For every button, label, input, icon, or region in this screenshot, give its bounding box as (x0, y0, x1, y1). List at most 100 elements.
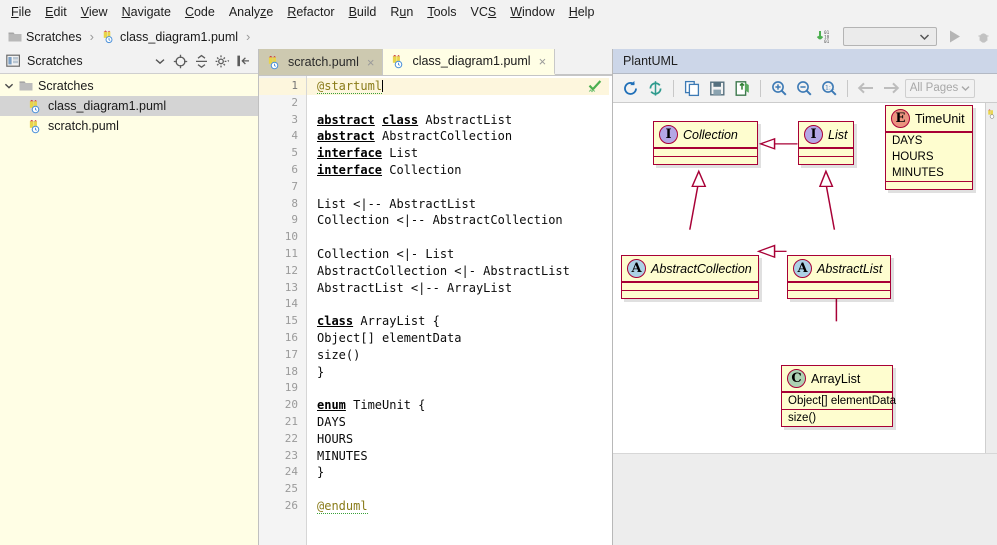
gutter-line-number: 1 (259, 78, 306, 95)
tree-item-scratches[interactable]: Scratches (0, 76, 258, 96)
code-line: Object[] elementData (317, 330, 462, 345)
menu-item-edit[interactable]: Edit (38, 2, 74, 22)
uml-stereotype-abstract-icon: A (793, 259, 812, 278)
all-pages-select[interactable]: All Pages (905, 78, 975, 98)
zoom-in-icon[interactable] (768, 77, 790, 99)
uml-class-header: I Collection (654, 122, 757, 147)
toolbar-divider (847, 79, 848, 97)
tree-item-label: scratch.puml (48, 119, 119, 133)
uml-field: Object[] elementData (788, 394, 897, 407)
zoom-out-icon[interactable] (793, 77, 815, 99)
run-button[interactable] (942, 27, 966, 47)
uml-stereotype-interface-icon: I (659, 125, 678, 144)
chevron-down-icon[interactable] (151, 53, 168, 70)
uml-field: MINUTES (892, 166, 944, 179)
uml-empty-methods (788, 291, 890, 298)
gutter-line-number: 19 (284, 381, 298, 395)
uml-class-list[interactable]: I List (798, 121, 854, 166)
next-page-icon[interactable] (880, 77, 902, 99)
puml-file-icon[interactable] (987, 107, 997, 453)
menu-item-vcs[interactable]: VCS (464, 2, 504, 22)
toolbar-divider (760, 79, 761, 97)
project-toolbar-title[interactable]: Scratches (6, 54, 146, 68)
menu-bar: File Edit View Navigate Code Analyze Refactor B… (0, 0, 997, 24)
uml-class-name: TimeUnit (915, 111, 965, 126)
run-configuration-select[interactable] (843, 27, 937, 46)
menu-item-analyze[interactable]: Analyze (222, 2, 280, 22)
zoom-actual-icon[interactable]: 1:1 (818, 77, 840, 99)
save-icon[interactable] (706, 77, 728, 99)
chevron-down-icon (919, 33, 930, 41)
code-token-keyword: enum (317, 398, 346, 413)
breadcrumb-file[interactable]: class_diagram1.puml (120, 30, 238, 44)
gutter-line-number: 3 (291, 112, 298, 126)
code-line: interface List (317, 146, 419, 161)
close-icon[interactable]: × (367, 55, 375, 70)
menu-item-code[interactable]: Code (178, 2, 222, 22)
navbar-right-controls: 01 10 01 (816, 24, 995, 49)
gutter-line-number: 21 (284, 414, 298, 428)
idea-window: File Edit View Navigate Code Analyze Refactor B… (0, 0, 997, 545)
prev-page-icon[interactable] (855, 77, 877, 99)
menu-item-tools[interactable]: Tools (420, 2, 463, 22)
menu-item-navigate[interactable]: Navigate (115, 2, 178, 22)
tree-item-label: Scratches (38, 79, 94, 93)
menu-item-run[interactable]: Run (383, 2, 420, 22)
download-binary-icon[interactable]: 01 10 01 (816, 29, 838, 45)
editor-tab-scratch-puml[interactable]: scratch.puml × (259, 49, 384, 75)
text-caret (382, 80, 384, 92)
uml-empty-fields (622, 283, 758, 290)
gear-icon[interactable] (214, 53, 231, 70)
editor-text-area[interactable]: @startuml abstract class AbstractList abs… (307, 76, 612, 545)
all-pages-label: All Pages (909, 82, 959, 94)
green-check-icon[interactable] (588, 79, 602, 97)
folder-icon (19, 80, 33, 92)
code-editor[interactable]: 1 2 3 4 5 6 7 8 9 10 11 12 13 14 15 16 17 18 19 20 21 22 23 24 2… (259, 76, 612, 545)
collapse-all-icon[interactable] (193, 53, 210, 70)
tree-item-label: class_diagram1.puml (48, 99, 167, 113)
menu-item-refactor[interactable]: Refactor (280, 2, 341, 22)
copy-icon[interactable] (681, 77, 703, 99)
uml-class-name: ArrayList (811, 371, 861, 386)
code-token-keyword: abstract (317, 129, 375, 144)
plantuml-empty-area (613, 453, 997, 545)
uml-class-name: AbstractList (817, 261, 883, 276)
close-icon[interactable]: × (539, 54, 547, 69)
locate-target-icon[interactable] (172, 53, 189, 70)
plantuml-diagram-canvas[interactable]: I Collection I List E TimeUnit DAYS HOURS MINUTE… (613, 103, 985, 453)
uml-class-name: Collection (683, 127, 738, 142)
menu-item-help[interactable]: Help (562, 2, 602, 22)
chevron-down-icon[interactable] (4, 81, 14, 91)
editor-tab-class-diagram1-puml[interactable]: class_diagram1.puml × (383, 49, 556, 75)
project-tree: Scratches class_diagram1.puml scratch.puml (0, 74, 258, 545)
menu-item-file[interactable]: File (4, 2, 38, 22)
uml-class-collection[interactable]: I Collection (653, 121, 758, 166)
tab-label: class_diagram1.puml (412, 54, 531, 68)
code-line: abstract class AbstractList (317, 112, 513, 127)
uml-class-arraylist[interactable]: C ArrayList Object[] elementData size() (781, 365, 897, 428)
auto-refresh-icon[interactable] (644, 77, 666, 99)
debug-button[interactable] (971, 27, 995, 47)
tree-item-class-diagram1-puml[interactable]: class_diagram1.puml (0, 96, 258, 116)
uml-class-timeunit[interactable]: E TimeUnit DAYS HOURS MINUTES (885, 105, 973, 191)
tree-item-scratch-puml[interactable]: scratch.puml (0, 116, 258, 136)
menu-item-view[interactable]: View (74, 2, 115, 22)
editor-scrollbar[interactable] (609, 76, 612, 545)
editor-tab-bar: scratch.puml × class_diagram1.puml × (259, 49, 612, 76)
svg-text:1:1: 1:1 (825, 84, 835, 91)
gutter-line-number: 5 (291, 146, 298, 160)
export-icon[interactable] (731, 77, 753, 99)
hide-panel-icon[interactable] (235, 53, 252, 70)
refresh-icon[interactable] (619, 77, 641, 99)
folder-icon (8, 31, 22, 43)
main-body: Scratches Scratches class_diagram1.puml … (0, 49, 997, 545)
code-line: Collection <|-- AbstractCollection (317, 213, 563, 228)
menu-item-window[interactable]: Window (503, 2, 561, 22)
uml-class-abstractcollection[interactable]: A AbstractCollection (621, 255, 759, 300)
breadcrumb-root[interactable]: Scratches (26, 30, 82, 44)
uml-class-abstractlist[interactable]: A AbstractList (787, 255, 891, 300)
project-tool-window: Scratches Scratches class_diagram1.puml … (0, 49, 259, 545)
menu-item-build[interactable]: Build (342, 2, 384, 22)
